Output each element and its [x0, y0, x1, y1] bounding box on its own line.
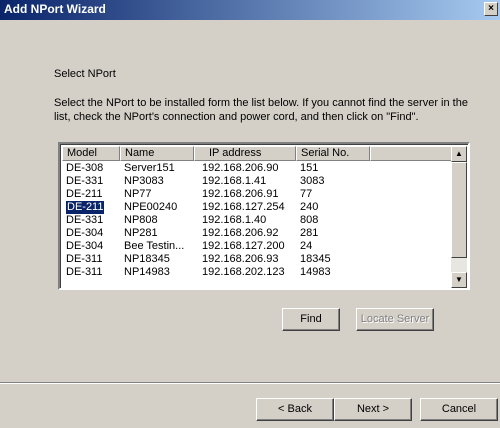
table-row[interactable]: DE-331 NP3083 192.168.1.41 3083 — [62, 175, 452, 188]
cell-ip: 192.168.202.123 — [202, 266, 285, 278]
cell-serial: 281 — [300, 227, 319, 239]
page-heading: Select NPort — [54, 68, 116, 80]
cell-name: NP808 — [124, 214, 158, 226]
cell-name: NP3083 — [124, 175, 164, 187]
list-header: Model Name IP address Serial No. — [62, 146, 452, 161]
cell-model: DE-211 — [66, 188, 103, 200]
close-icon[interactable]: × — [484, 2, 498, 16]
cell-model: DE-331 — [66, 175, 104, 187]
table-row[interactable]: DE-311 NP18345 192.168.206.93 18345 — [62, 253, 452, 266]
cell-name: Bee Testin... — [124, 240, 185, 252]
cell-model: DE-311 — [66, 266, 103, 278]
cell-ip: 192.168.127.254 — [202, 201, 285, 213]
table-row[interactable]: DE-211 NPE00240 192.168.127.254 240 — [62, 200, 452, 215]
cell-serial: 77 — [300, 188, 313, 200]
list-rows: DE-308 Server151 192.168.206.90 151 DE-331 NP… — [62, 162, 452, 279]
next-button[interactable]: Next > — [334, 398, 412, 421]
locate-server-button[interactable]: Locate Server — [356, 308, 434, 331]
cell-ip: 192.168.206.91 — [202, 188, 279, 200]
cell-ip: 192.168.1.41 — [202, 175, 267, 187]
table-row[interactable]: DE-308 Server151 192.168.206.90 151 — [62, 162, 452, 175]
cell-serial: 24 — [300, 240, 313, 252]
cell-ip: 192.168.1.40 — [202, 214, 267, 226]
scroll-up-icon[interactable]: ▲ — [451, 146, 467, 162]
cell-model: DE-211 — [64, 200, 106, 215]
cell-model: DE-311 — [66, 253, 103, 265]
back-button-label: < Back — [278, 403, 312, 415]
cell-serial: 240 — [300, 201, 319, 213]
cell-model: DE-331 — [66, 214, 104, 226]
cell-ip: 192.168.127.200 — [202, 240, 285, 252]
cell-name: NPE00240 — [124, 201, 178, 213]
column-header-ip[interactable]: IP address — [194, 146, 296, 161]
cell-name: NP77 — [124, 188, 152, 200]
nport-list[interactable]: Model Name IP address Serial No. DE-308 S… — [58, 142, 470, 290]
scroll-thumb[interactable] — [451, 162, 467, 258]
cell-serial: 808 — [300, 214, 319, 226]
cell-name: NP281 — [124, 227, 158, 239]
column-header-model[interactable]: Model — [62, 146, 120, 161]
cell-ip: 192.168.206.92 — [202, 227, 279, 239]
cell-serial: 14983 — [300, 266, 331, 278]
back-button[interactable]: < Back — [256, 398, 334, 421]
table-row[interactable]: DE-304 NP281 192.168.206.92 281 — [62, 227, 452, 240]
cell-model: DE-304 — [66, 227, 104, 239]
cell-serial: 18345 — [300, 253, 331, 265]
footer-separator — [0, 382, 500, 384]
table-row[interactable]: DE-304 Bee Testin... 192.168.127.200 24 — [62, 240, 452, 253]
table-row[interactable]: DE-311 NP14983 192.168.202.123 14983 — [62, 266, 452, 279]
column-header-blank — [370, 146, 452, 161]
scroll-down-icon[interactable]: ▼ — [451, 272, 467, 288]
cell-model: DE-308 — [66, 162, 104, 174]
cell-model: DE-304 — [66, 240, 104, 252]
cell-name: NP14983 — [124, 266, 170, 278]
instructions-text: Select the NPort to be installed form th… — [54, 97, 468, 123]
title-bar: Add NPort Wizard × — [0, 0, 500, 20]
cell-name: Server151 — [124, 162, 175, 174]
table-row[interactable]: DE-331 NP808 192.168.1.40 808 — [62, 214, 452, 227]
vertical-scrollbar[interactable]: ▲ ▼ — [451, 146, 467, 288]
column-header-serial[interactable]: Serial No. — [296, 146, 370, 161]
table-row[interactable]: DE-211 NP77 192.168.206.91 77 — [62, 188, 452, 201]
window-title: Add NPort Wizard — [4, 2, 106, 16]
cell-ip: 192.168.206.93 — [202, 253, 279, 265]
cell-serial: 3083 — [300, 175, 325, 187]
cell-name: NP18345 — [124, 253, 170, 265]
cell-serial: 151 — [300, 162, 319, 174]
cancel-button[interactable]: Cancel — [420, 398, 498, 421]
column-header-name[interactable]: Name — [120, 146, 194, 161]
cell-ip: 192.168.206.90 — [202, 162, 279, 174]
next-button-label: Next > — [356, 403, 390, 415]
find-button[interactable]: Find — [282, 308, 340, 331]
